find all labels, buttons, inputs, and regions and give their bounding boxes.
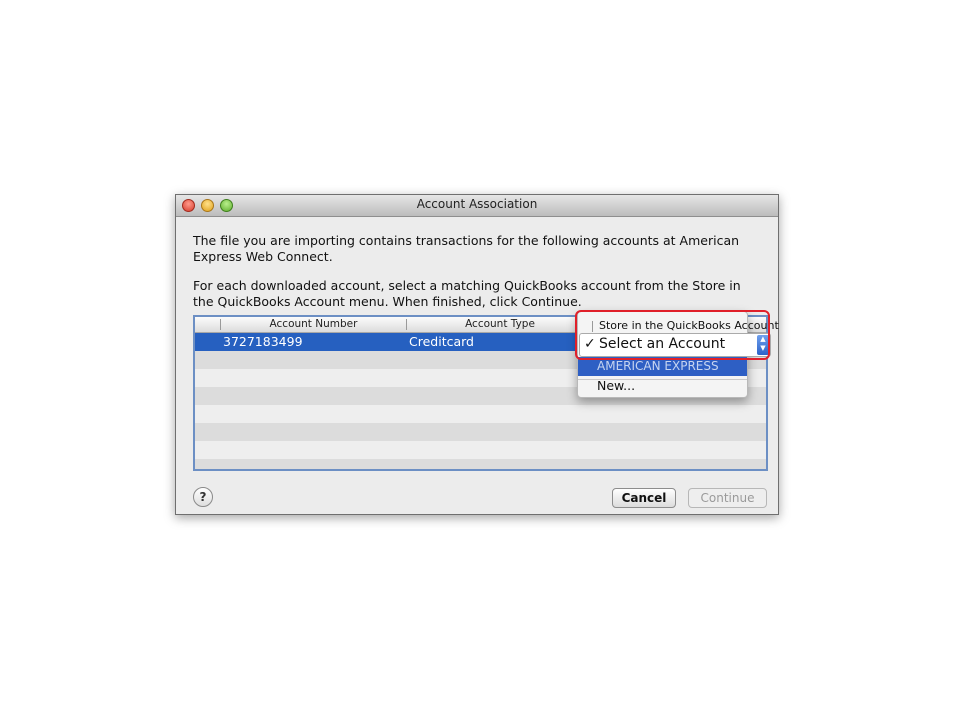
highlight-outline [575, 310, 770, 360]
intro-text: The file you are importing contains tran… [193, 233, 740, 264]
menu-item-new[interactable]: New... [597, 378, 635, 393]
title-bar[interactable]: Account Association [176, 195, 778, 217]
column-header-account-type[interactable]: Account Type [407, 318, 593, 330]
table-row-empty [195, 423, 766, 441]
table-row-empty [195, 459, 766, 469]
account-type-cell: Creditcard [409, 334, 474, 349]
cancel-button[interactable]: Cancel [612, 488, 676, 508]
column-header-account-number[interactable]: Account Number [221, 318, 406, 330]
window-title: Account Association [416, 197, 538, 211]
instructions-text: For each downloaded account, select a ma… [193, 278, 741, 309]
account-number-cell: 3727183499 [223, 334, 303, 349]
help-button[interactable]: ? [193, 487, 213, 507]
table-row-empty [195, 405, 766, 423]
table-row-empty [195, 441, 766, 459]
continue-button[interactable]: Continue [688, 488, 767, 508]
